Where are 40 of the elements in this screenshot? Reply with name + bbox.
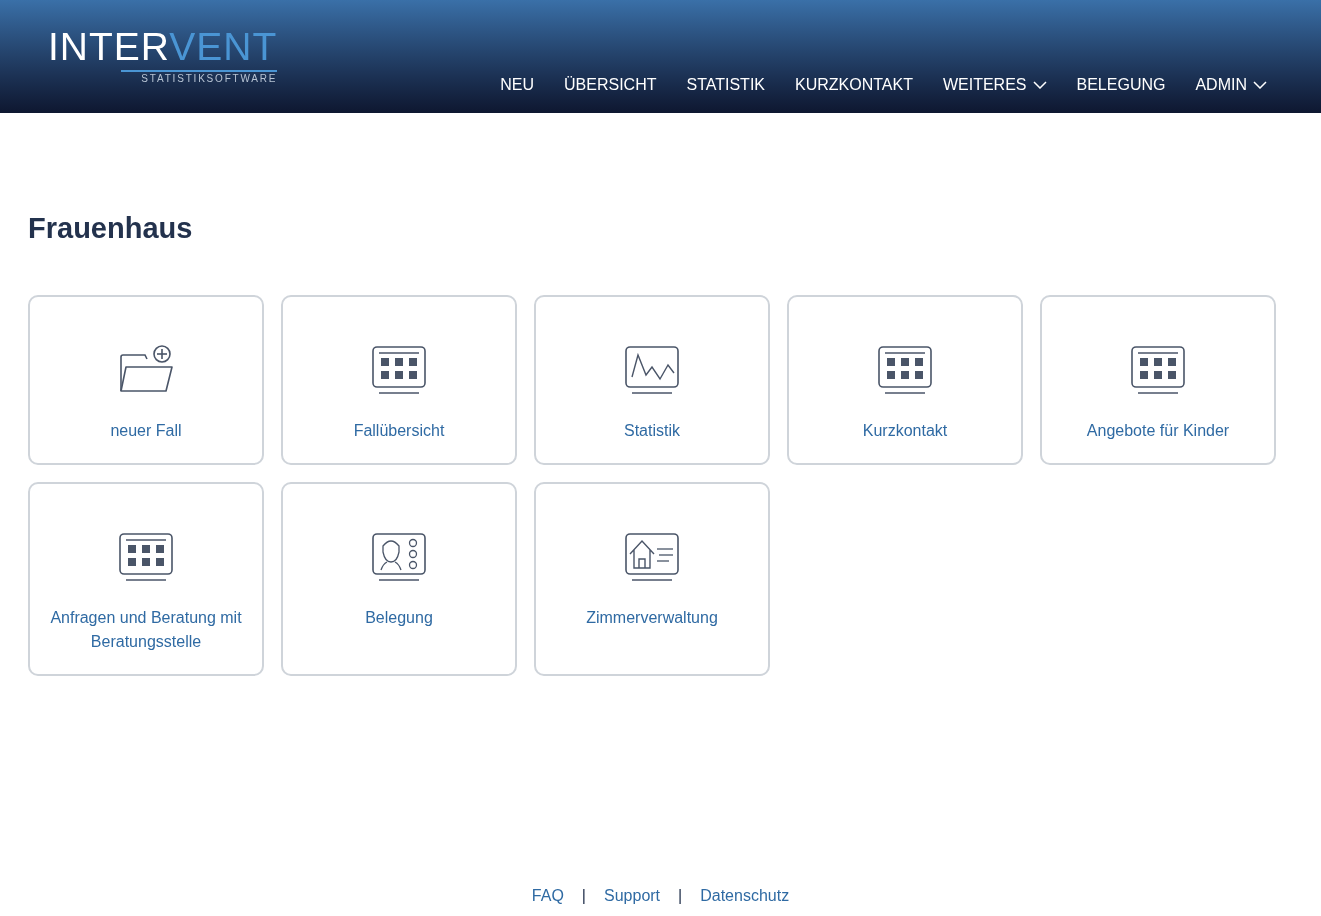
person-screen-icon [371, 531, 427, 582]
folder-plus-icon [118, 344, 174, 395]
tile-card[interactable]: neuer Fall [28, 294, 264, 465]
tile-label: Belegung [365, 607, 433, 628]
grid-screen-icon [1130, 344, 1186, 395]
page-title: Frauenhaus [28, 211, 194, 246]
grid-screen-icon [877, 344, 933, 395]
tile-label: Zimmerverwaltung [586, 607, 718, 628]
tile-card[interactable]: Zimmerverwaltung [534, 481, 770, 676]
tile-label: neuer Fall [110, 420, 182, 441]
grid-screen-icon [118, 531, 174, 582]
footer-separator: | [581, 886, 586, 906]
nav-link[interactable]: NEU [500, 73, 535, 97]
footer-link[interactable]: Datenschutz [700, 884, 790, 908]
tile-card[interactable]: Anfragen und Beratung mit Beratungsstelle [28, 481, 264, 676]
house-screen-icon [624, 531, 680, 582]
tile-card[interactable]: Fallübersicht [281, 294, 517, 465]
tile-card[interactable]: Belegung [281, 481, 517, 676]
nav-link[interactable]: KURZKONTAKT [795, 73, 913, 97]
nav-link[interactable]: STATISTIK [686, 73, 765, 97]
tile-label: Statistik [624, 420, 680, 441]
tile-card[interactable]: Statistik [534, 294, 770, 465]
chevron-down-icon [1253, 81, 1267, 89]
tile-label: Anfragen und Beratung mit Beratungsstelle [49, 607, 243, 652]
nav-link[interactable]: ÜBERSICHT [564, 73, 657, 97]
nav-link[interactable]: BELEGUNG [1076, 73, 1166, 97]
footer-link[interactable]: FAQ [531, 884, 564, 908]
chevron-down-icon [1032, 81, 1047, 89]
nav-link[interactable]: ADMIN [1195, 73, 1267, 97]
footer-separator: | [678, 886, 683, 906]
tile-card[interactable]: Angebote für Kinder [1040, 294, 1276, 465]
tile-label: Fallübersicht [353, 420, 445, 441]
logo[interactable]: INTERVENT STATISTIKSOFTWARE [48, 26, 278, 86]
line-chart-screen-icon [624, 344, 680, 395]
tile-label: Kurzkontakt [862, 420, 948, 441]
tile-card[interactable]: Kurzkontakt [787, 294, 1023, 465]
footer-link[interactable]: Support [604, 884, 661, 908]
nav-link[interactable]: WEITERES [942, 73, 1047, 97]
tile-label: Angebote für Kinder [1086, 420, 1230, 441]
grid-screen-icon [371, 344, 427, 395]
